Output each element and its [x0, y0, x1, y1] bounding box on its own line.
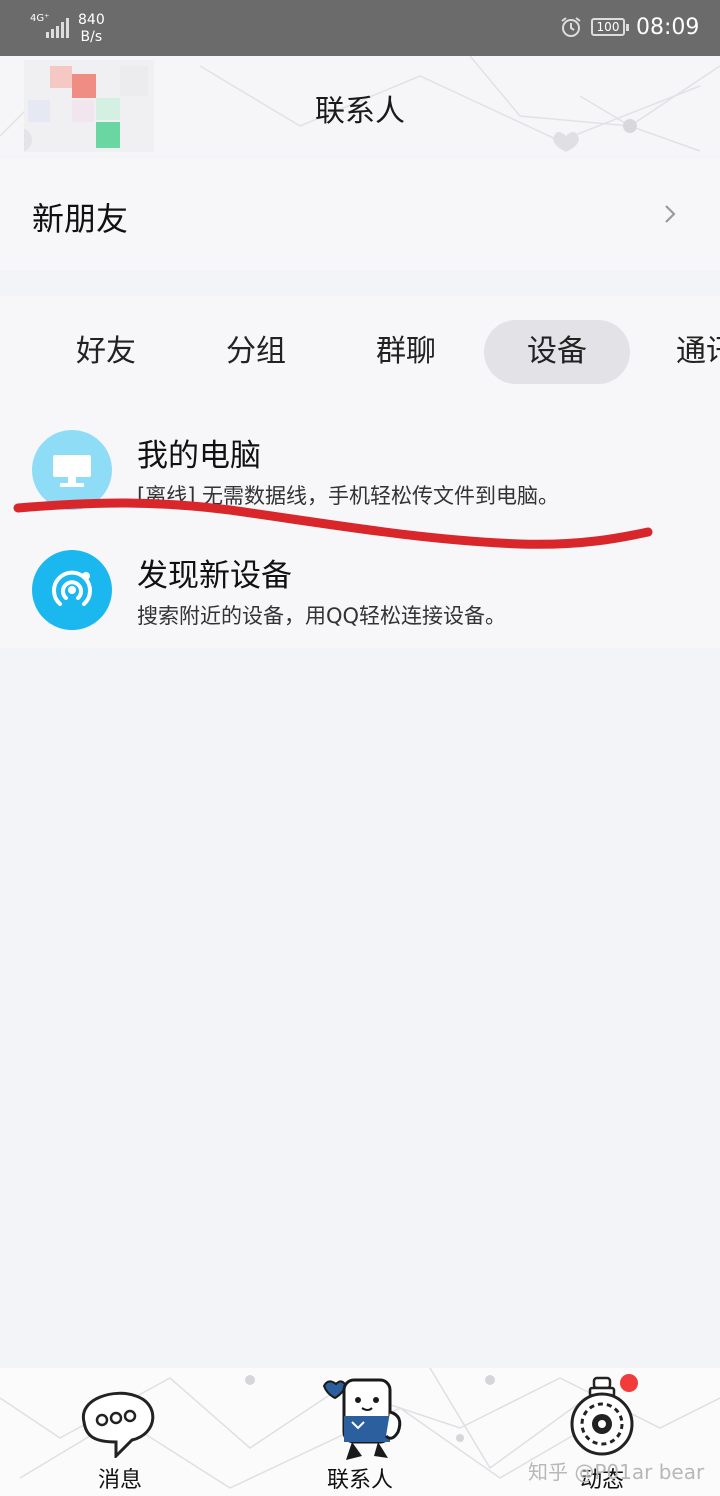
- speed-value: 840: [78, 12, 105, 28]
- device-title: 我的电脑: [137, 438, 261, 474]
- signal-icon: [46, 18, 69, 38]
- nav-contacts[interactable]: 联系人: [280, 1368, 440, 1496]
- red-annotation-underline: [13, 498, 653, 549]
- radar-icon: [32, 550, 112, 630]
- new-friends-label: 新朋友: [32, 200, 129, 238]
- battery-icon: 100: [591, 18, 629, 36]
- tab-group-chats[interactable]: 群聊: [344, 320, 468, 384]
- notification-badge: [620, 1374, 638, 1392]
- device-description: 搜索附近的设备，用QQ轻松连接设备。: [137, 604, 507, 628]
- nav-label: 消息: [97, 1468, 142, 1493]
- speed-unit: B/s: [80, 29, 103, 45]
- clock: 08:09: [636, 15, 700, 40]
- nav-messages[interactable]: 消息: [40, 1368, 200, 1496]
- tab-friends[interactable]: 好友: [44, 320, 168, 384]
- tab-devices[interactable]: 设备: [484, 320, 630, 384]
- alarm-icon: [561, 17, 581, 37]
- message-bubble-icon: [81, 1391, 155, 1458]
- tab-address-book[interactable]: 通讯录: [676, 320, 720, 384]
- status-bar: 4G⁺ 840 B/s 100 08:09: [0, 0, 720, 56]
- page-title: 联系人: [315, 94, 405, 129]
- network-speed: 840 B/s: [78, 12, 105, 46]
- watermark: 知乎 @P01ar bear: [528, 1460, 705, 1484]
- bottom-navigation: 消息 联系人 动态 知乎 @P01ar bear: [0, 1368, 720, 1496]
- header: 联系人: [0, 56, 720, 156]
- contact-tabs: 好友 分组 群聊 设备 通讯录: [0, 296, 720, 396]
- tab-groups[interactable]: 分组: [194, 320, 318, 384]
- contacts-character-icon: [322, 1378, 402, 1460]
- nav-label: 联系人: [326, 1468, 393, 1493]
- chevron-right-icon: [665, 205, 676, 223]
- new-friends-row[interactable]: 新朋友: [0, 158, 720, 270]
